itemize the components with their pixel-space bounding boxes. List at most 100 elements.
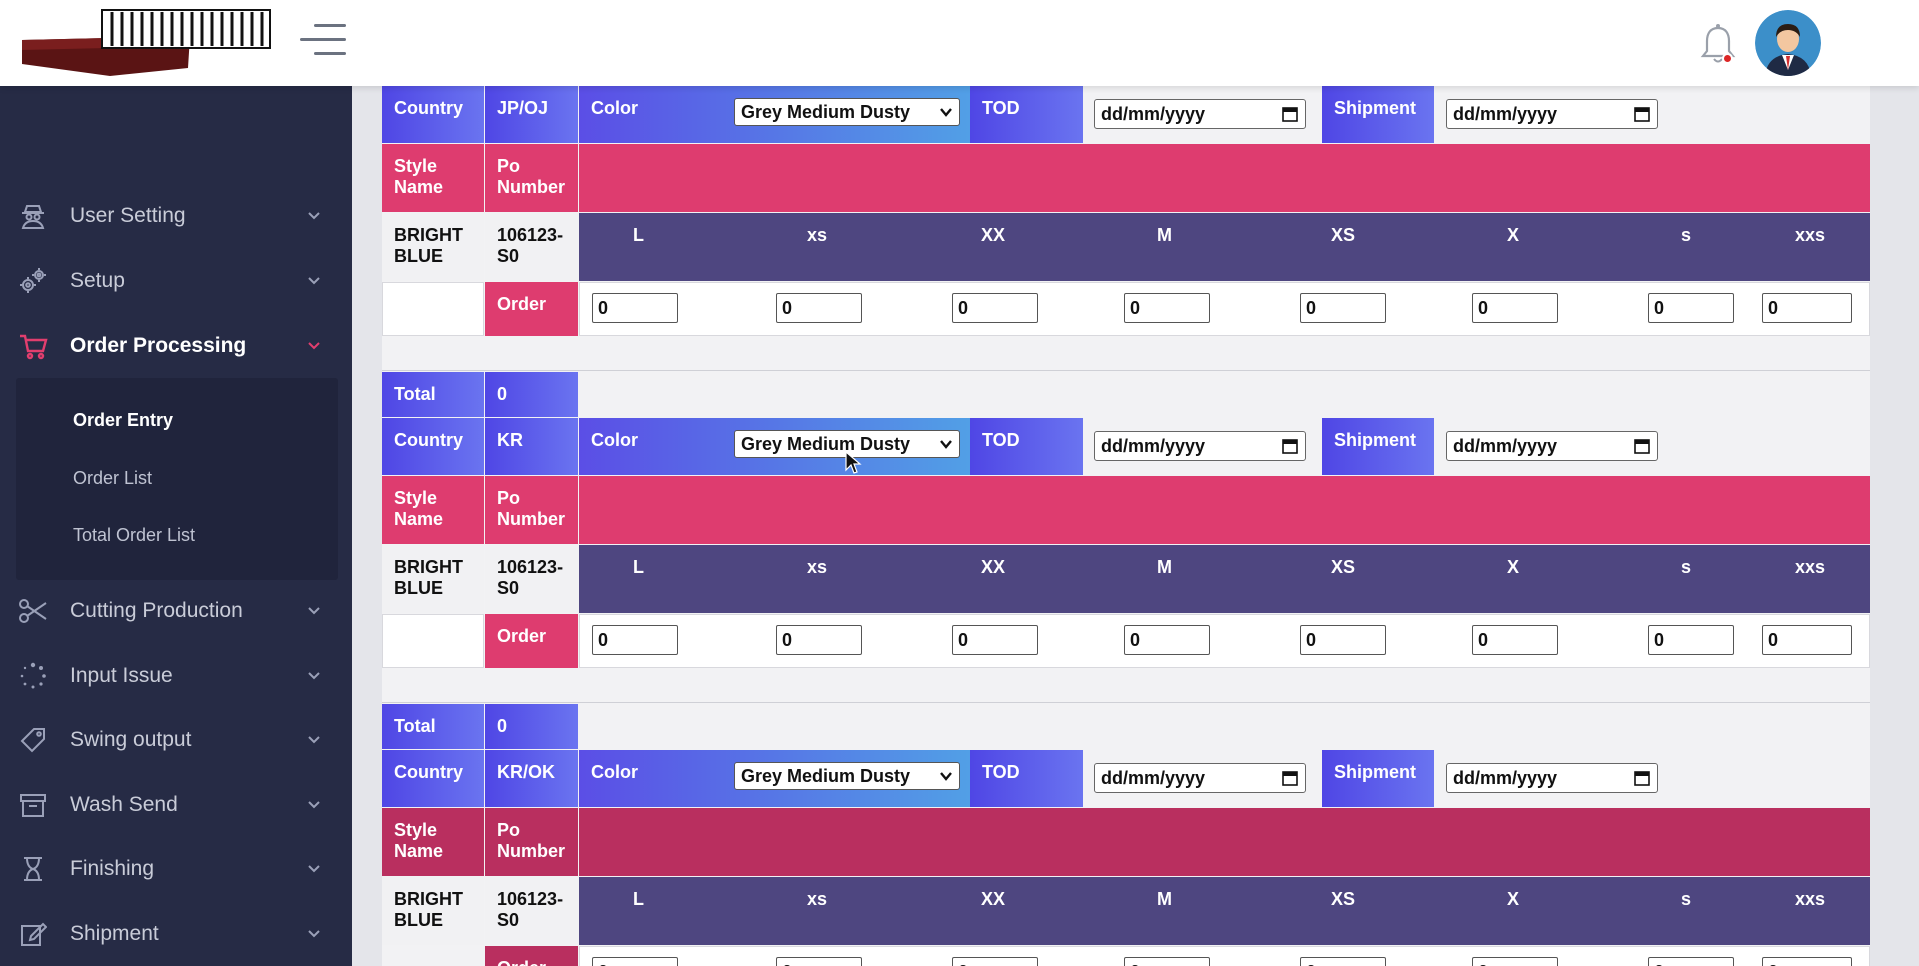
order-qty-input[interactable]: 0 bbox=[1472, 293, 1558, 323]
sidebar-item-wash-send[interactable]: Wash Send bbox=[0, 773, 352, 837]
order-qty-input[interactable]: 0 bbox=[1124, 625, 1210, 655]
color-select[interactable]: Grey Medium Dusty bbox=[734, 98, 960, 126]
order-qty-input[interactable]: 0 bbox=[592, 293, 678, 323]
size-label: X bbox=[1507, 889, 1520, 909]
tod-label: TOD bbox=[970, 418, 1083, 475]
chevron-down-icon bbox=[308, 736, 320, 744]
tod-date-value: dd/mm/yyyy bbox=[1101, 436, 1206, 456]
size-label: xxs bbox=[1795, 557, 1826, 577]
order-processing-submenu: Order Entry Order List Total Order List bbox=[16, 378, 338, 580]
calendar-icon bbox=[1282, 107, 1298, 122]
style-row-banner bbox=[579, 476, 1870, 544]
size-label: s bbox=[1681, 225, 1692, 245]
submenu-order-list[interactable]: Order List bbox=[73, 468, 152, 489]
color-select-value: Grey Medium Dusty bbox=[741, 766, 911, 786]
chevron-down-icon bbox=[308, 342, 320, 350]
order-qty-input[interactable]: 0 bbox=[1648, 957, 1734, 966]
color-select[interactable]: Grey Medium Dusty bbox=[734, 762, 960, 790]
shipment-date-value: dd/mm/yyyy bbox=[1453, 436, 1558, 456]
size-label: s bbox=[1681, 889, 1692, 909]
style-name-label: Style Name bbox=[382, 144, 484, 212]
user-secret-icon bbox=[18, 201, 48, 231]
total-value: 0 bbox=[485, 372, 578, 417]
order-qty-input[interactable]: 0 bbox=[1300, 625, 1386, 655]
order-qty-input[interactable]: 0 bbox=[776, 625, 862, 655]
tag-icon bbox=[18, 725, 48, 755]
order-qty-input[interactable]: 0 bbox=[952, 293, 1038, 323]
country-label: Country bbox=[382, 86, 484, 143]
order-qty-input[interactable]: 0 bbox=[952, 625, 1038, 655]
sidebar-item-swing-output[interactable]: Swing output bbox=[0, 708, 352, 772]
bell-icon[interactable] bbox=[1700, 22, 1736, 68]
po-number-value: 106123-S0 bbox=[485, 877, 578, 945]
order-qty-input[interactable]: 0 bbox=[592, 625, 678, 655]
order-qty-input[interactable]: 0 bbox=[1300, 957, 1386, 966]
sidebar-item-finishing[interactable]: Finishing bbox=[0, 837, 352, 901]
tod-date-input[interactable]: dd/mm/yyyy bbox=[1094, 763, 1306, 793]
total-label: Total bbox=[382, 372, 484, 417]
order-qty-input[interactable]: 0 bbox=[1300, 293, 1386, 323]
submenu-order-entry[interactable]: Order Entry bbox=[73, 410, 173, 431]
cart-icon bbox=[18, 331, 48, 361]
order-qty-input[interactable]: 0 bbox=[776, 957, 862, 966]
calendar-icon bbox=[1634, 107, 1650, 122]
country-value: JP/OJ bbox=[485, 86, 578, 143]
sidebar-item-shipment[interactable]: Shipment bbox=[0, 902, 352, 966]
po-number-label: Po Number bbox=[485, 808, 578, 876]
size-label: XS bbox=[1331, 557, 1356, 577]
shipment-date-value: dd/mm/yyyy bbox=[1453, 104, 1558, 124]
size-header-row: Lxs XX M XS Xs xxs bbox=[579, 545, 1870, 613]
sidebar-item-input-issue[interactable]: Input Issue bbox=[0, 644, 352, 708]
calendar-icon bbox=[1634, 439, 1650, 454]
total-label: Total bbox=[382, 704, 484, 749]
block-divider bbox=[382, 702, 1870, 703]
blank-cell bbox=[382, 282, 484, 336]
sidebar-item-label: Order Processing bbox=[70, 334, 247, 357]
tod-date-value: dd/mm/yyyy bbox=[1101, 768, 1206, 788]
order-qty-input[interactable]: 0 bbox=[1762, 625, 1852, 655]
size-label: L bbox=[633, 225, 644, 245]
style-row-banner bbox=[579, 808, 1870, 876]
shipment-date-input[interactable]: dd/mm/yyyy bbox=[1446, 763, 1658, 793]
chevron-down-icon bbox=[308, 277, 320, 285]
sidebar-item-label: Swing output bbox=[70, 728, 192, 751]
order-qty-input[interactable]: 0 bbox=[1648, 293, 1734, 323]
order-block-jp-oj: Country JP/OJ Color Grey Medium Dusty TO… bbox=[382, 86, 1870, 143]
order-qty-input[interactable]: 0 bbox=[952, 957, 1038, 966]
chevron-down-icon bbox=[308, 212, 320, 220]
hamburger-icon[interactable] bbox=[298, 22, 346, 56]
size-label: XX bbox=[981, 225, 1006, 245]
order-qty-input[interactable]: 0 bbox=[1762, 957, 1852, 966]
order-qty-input[interactable]: 0 bbox=[1124, 293, 1210, 323]
order-qty-input[interactable]: 0 bbox=[1648, 625, 1734, 655]
order-qty-input[interactable]: 0 bbox=[1762, 293, 1852, 323]
calendar-icon bbox=[1634, 771, 1650, 786]
submenu-total-order-list[interactable]: Total Order List bbox=[73, 525, 195, 546]
user-avatar[interactable] bbox=[1755, 10, 1821, 76]
order-qty-input[interactable]: 0 bbox=[776, 293, 862, 323]
top-bar bbox=[0, 0, 1919, 86]
sidebar-item-label: Finishing bbox=[70, 857, 155, 880]
sidebar-item-user-setting[interactable]: User Setting bbox=[0, 184, 352, 248]
edit-icon bbox=[18, 919, 48, 949]
order-qty-input[interactable]: 0 bbox=[592, 957, 678, 966]
shipment-date-input[interactable]: dd/mm/yyyy bbox=[1446, 431, 1658, 461]
tod-date-input[interactable]: dd/mm/yyyy bbox=[1094, 99, 1306, 129]
shipment-date-input[interactable]: dd/mm/yyyy bbox=[1446, 99, 1658, 129]
size-label: xxs bbox=[1795, 225, 1826, 245]
size-label: XS bbox=[1331, 889, 1356, 909]
tod-date-input[interactable]: dd/mm/yyyy bbox=[1094, 431, 1306, 461]
order-qty-input[interactable]: 0 bbox=[1472, 625, 1558, 655]
order-qty-input[interactable]: 0 bbox=[1472, 957, 1558, 966]
order-label: Order bbox=[485, 946, 578, 966]
sidebar-item-label: Shipment bbox=[70, 922, 159, 945]
main-content: Country JP/OJ Color Grey Medium Dusty TO… bbox=[352, 86, 1919, 966]
style-row-banner bbox=[579, 144, 1870, 212]
order-qty-input[interactable]: 0 bbox=[1124, 957, 1210, 966]
sidebar-item-setup[interactable]: Setup bbox=[0, 249, 352, 313]
sidebar-item-order-processing[interactable]: Order Processing bbox=[0, 314, 352, 378]
sidebar-item-cutting-production[interactable]: Cutting Production bbox=[0, 579, 352, 643]
sidebar-item-label: Wash Send bbox=[70, 793, 178, 816]
shipment-label: Shipment bbox=[1322, 86, 1434, 143]
size-label: xs bbox=[807, 225, 828, 245]
